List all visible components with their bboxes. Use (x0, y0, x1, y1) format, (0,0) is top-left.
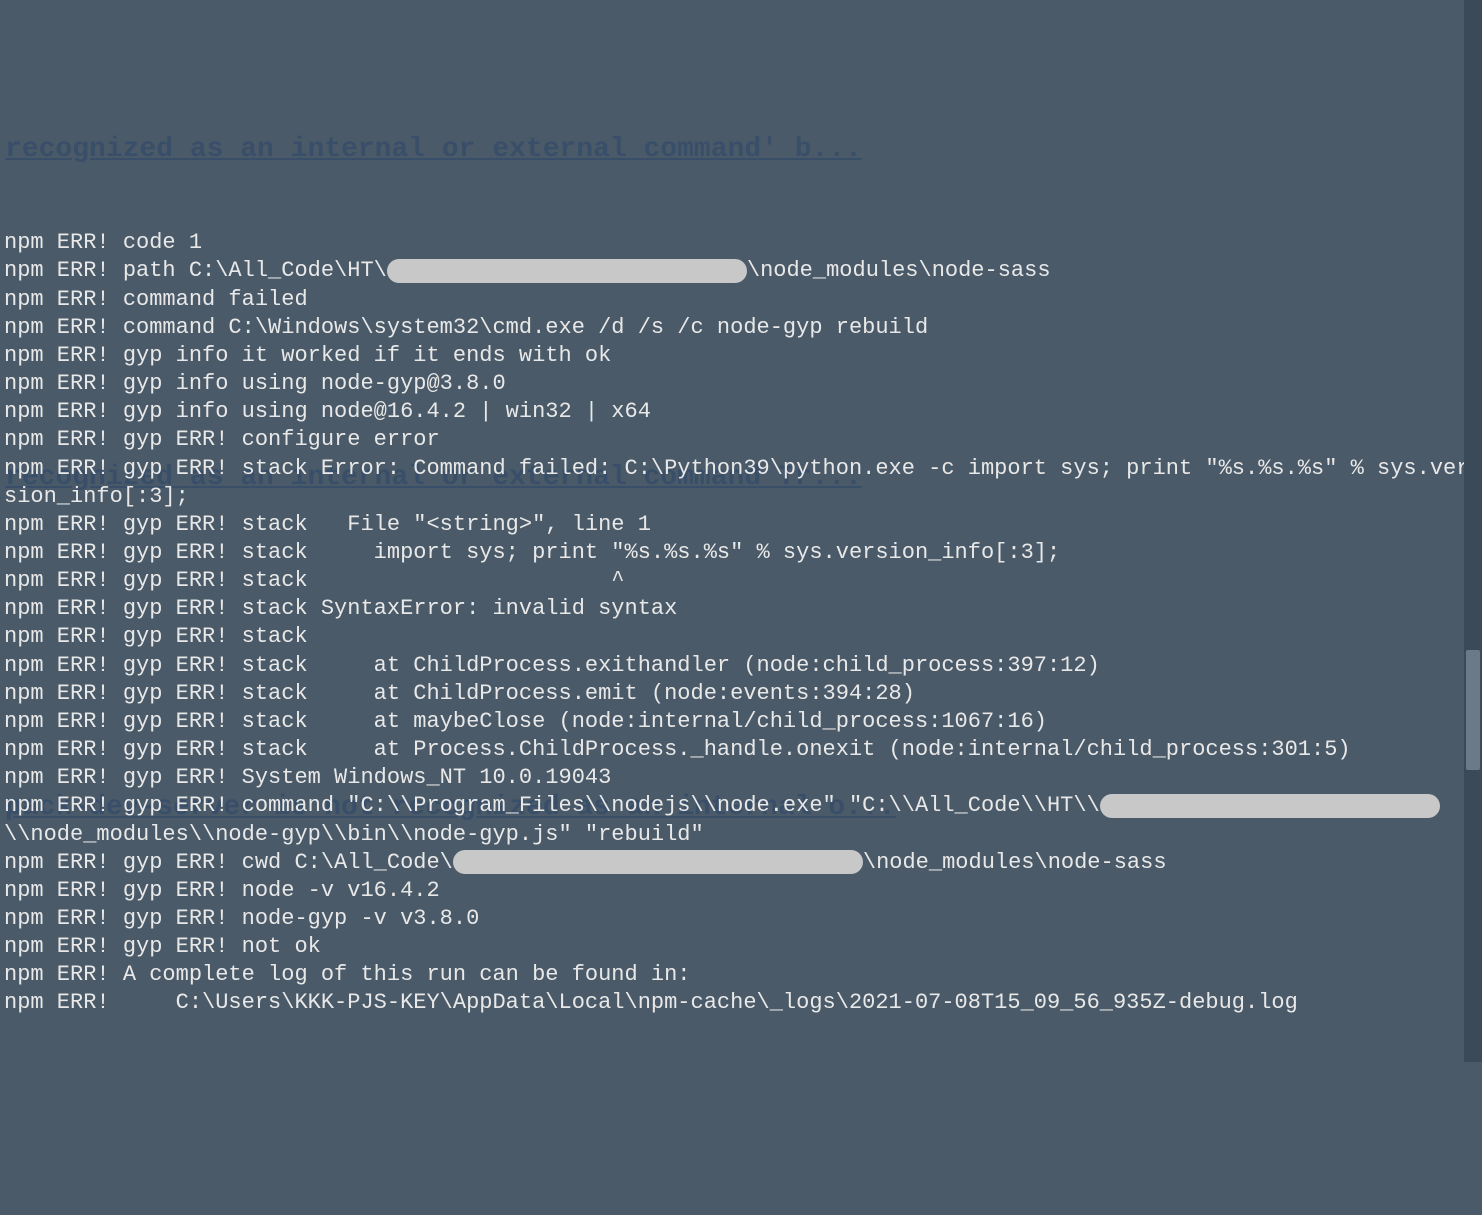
terminal-text: npm ERR! gyp ERR! cwd C:\All_Code\ (4, 850, 453, 875)
terminal-line: npm ERR! gyp ERR! System Windows_NT 10.0… (4, 764, 1478, 792)
terminal-line: npm ERR! gyp ERR! stack import sys; prin… (4, 539, 1478, 567)
terminal-line: npm ERR! C:\Users\KKK-PJS-KEY\AppData\Lo… (4, 989, 1478, 1017)
terminal-text: \\node_modules\\node-gyp\\bin\\node-gyp.… (4, 822, 704, 847)
redaction-mark (1100, 794, 1440, 818)
scrollbar-track[interactable] (1464, 0, 1482, 1062)
redaction-mark (387, 259, 747, 283)
terminal-line: npm ERR! gyp ERR! node-gyp -v v3.8.0 (4, 905, 1478, 933)
terminal-line: npm ERR! command failed (4, 286, 1478, 314)
terminal-line: npm ERR! gyp info using node-gyp@3.8.0 (4, 370, 1478, 398)
terminal-line: npm ERR! code 1 (4, 229, 1478, 257)
terminal-line: npm ERR! gyp ERR! node -v v16.4.2 (4, 877, 1478, 905)
terminal-line: npm ERR! gyp ERR! stack at ChildProcess.… (4, 652, 1478, 680)
terminal-line: npm ERR! gyp ERR! stack at Process.Child… (4, 736, 1478, 764)
terminal-line: npm ERR! gyp ERR! stack at ChildProcess.… (4, 680, 1478, 708)
redaction-mark (453, 850, 863, 874)
terminal-text: \node_modules\node-sass (863, 850, 1167, 875)
background-link-1: recognized as an internal or external co… (5, 132, 862, 168)
terminal-line: npm ERR! gyp ERR! command "C:\\Program_F… (4, 792, 1478, 848)
scrollbar-thumb[interactable] (1466, 650, 1480, 770)
terminal-line: npm ERR! gyp ERR! stack (4, 623, 1478, 651)
terminal-line: npm ERR! gyp ERR! stack SyntaxError: inv… (4, 595, 1478, 623)
terminal-line: npm ERR! gyp info using node@16.4.2 | wi… (4, 398, 1478, 426)
terminal-text: npm ERR! path C:\All_Code\HT\ (4, 258, 387, 283)
terminal-output: npm ERR! code 1npm ERR! path C:\All_Code… (4, 229, 1478, 1017)
terminal-line: npm ERR! gyp ERR! stack ^ (4, 567, 1478, 595)
terminal-line: npm ERR! A complete log of this run can … (4, 961, 1478, 989)
terminal-line: npm ERR! command C:\Windows\system32\cmd… (4, 314, 1478, 342)
terminal-line: npm ERR! gyp ERR! not ok (4, 933, 1478, 961)
terminal-text: npm ERR! gyp ERR! command "C:\\Program_F… (4, 793, 1100, 818)
terminal-line: npm ERR! gyp ERR! configure error (4, 426, 1478, 454)
terminal-line: npm ERR! gyp ERR! stack Error: Command f… (4, 455, 1478, 511)
terminal-line: npm ERR! gyp info it worked if it ends w… (4, 342, 1478, 370)
terminal-line: npm ERR! path C:\All_Code\HT\ \node_modul… (4, 257, 1478, 285)
terminal-line: npm ERR! gyp ERR! stack at maybeClose (n… (4, 708, 1478, 736)
terminal-text: \node_modules\node-sass (747, 258, 1051, 283)
terminal-line: npm ERR! gyp ERR! cwd C:\All_Code\ \node_… (4, 849, 1478, 877)
terminal-line: npm ERR! gyp ERR! stack File "<string>",… (4, 511, 1478, 539)
